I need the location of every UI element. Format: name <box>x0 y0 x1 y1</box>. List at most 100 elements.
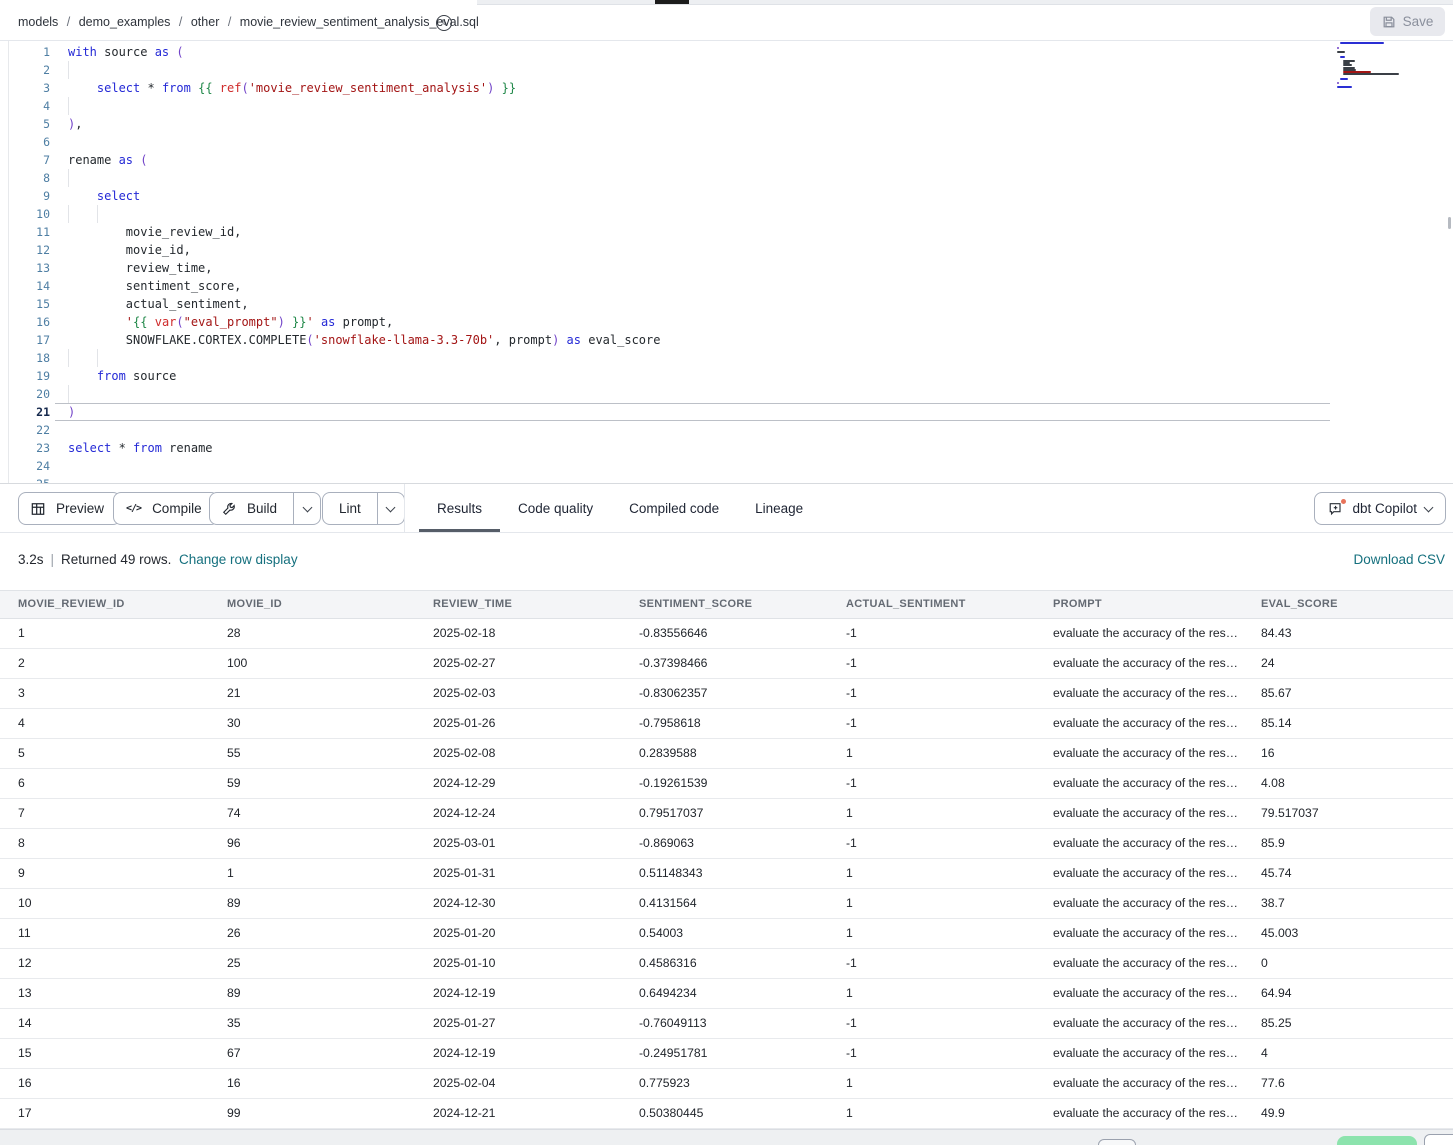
edit-circle-icon[interactable]: ✎ <box>436 15 452 31</box>
code-line[interactable] <box>55 421 1445 439</box>
save-button[interactable]: Save <box>1370 7 1445 36</box>
sql-code-editor[interactable]: 1234567891011121314151617181920212223242… <box>0 41 1453 483</box>
bottom-partial-button[interactable] <box>1098 1139 1136 1145</box>
column-header: MOVIE_ID <box>209 591 415 618</box>
table-cell: 2025-01-27 <box>415 1009 621 1038</box>
breadcrumb-segment[interactable]: models <box>18 15 58 29</box>
table-cell: evaluate the accuracy of the res… <box>1035 1069 1243 1098</box>
table-cell: 79.517037 <box>1243 799 1453 828</box>
code-token: movie_review_id, <box>68 225 241 239</box>
tab-results[interactable]: Results <box>419 484 500 532</box>
code-line[interactable]: ), <box>55 115 1445 133</box>
table-cell: 1 <box>828 919 1035 948</box>
table-row: 13892024-12-190.64942341evaluate the acc… <box>0 979 1453 1009</box>
line-number: 24 <box>8 457 50 475</box>
table-cell: 96 <box>209 829 415 858</box>
lint-button[interactable]: Lint <box>322 492 405 525</box>
code-line[interactable]: sentiment_score, <box>55 277 1445 295</box>
bottom-scroll-strip[interactable] <box>0 1129 1453 1145</box>
editor-toolbar: Preview </> Compile Build Lint <box>0 483 1453 533</box>
breadcrumb-segment[interactable]: demo_examples <box>79 15 171 29</box>
line-number: 4 <box>8 97 50 115</box>
code-line[interactable] <box>55 385 1445 403</box>
table-cell: 45.003 <box>1243 919 1453 948</box>
table-cell: evaluate the accuracy of the res… <box>1035 889 1243 918</box>
table-cell: 0.6494234 <box>621 979 828 1008</box>
table-row: 12252025-01-100.4586316-1evaluate the ac… <box>0 949 1453 979</box>
prompt-text: evaluate the accuracy of the res… <box>1053 746 1238 760</box>
code-line[interactable]: select * from rename <box>55 439 1445 457</box>
build-button[interactable]: Build <box>209 492 321 525</box>
line-number: 21 <box>8 403 50 421</box>
code-line[interactable]: movie_id, <box>55 241 1445 259</box>
table-cell: 99 <box>209 1099 415 1128</box>
table-cell: 28 <box>209 619 415 648</box>
table-cell: 9 <box>0 859 209 888</box>
breadcrumb-segment[interactable]: other <box>191 15 220 29</box>
code-line[interactable] <box>55 61 1445 79</box>
column-header: REVIEW_TIME <box>415 591 621 618</box>
code-line[interactable]: ) <box>55 403 1330 421</box>
code-line[interactable]: SNOWFLAKE.CORTEX.COMPLETE('snowflake-lla… <box>55 331 1445 349</box>
tab-lineage[interactable]: Lineage <box>737 484 821 532</box>
table-cell: -0.37398466 <box>621 649 828 678</box>
table-cell: 64.94 <box>1243 979 1453 1008</box>
minimap-line <box>1340 42 1384 44</box>
preview-button[interactable]: Preview <box>18 492 121 525</box>
code-line[interactable] <box>55 475 1445 483</box>
code-line[interactable]: select <box>55 187 1445 205</box>
code-line[interactable]: rename as ( <box>55 151 1445 169</box>
download-csv-link[interactable]: Download CSV <box>1353 552 1445 567</box>
tab-code-quality[interactable]: Code quality <box>500 484 611 532</box>
code-line[interactable]: movie_review_id, <box>55 223 1445 241</box>
code-line[interactable]: select * from {{ ref('movie_review_senti… <box>55 79 1445 97</box>
table-cell: -0.83062357 <box>621 679 828 708</box>
table-cell: 1 <box>828 739 1035 768</box>
code-line[interactable]: with source as ( <box>55 43 1445 61</box>
tab-compiled-code[interactable]: Compiled code <box>611 484 737 532</box>
table-cell: 74 <box>209 799 415 828</box>
bottom-partial-button[interactable] <box>1424 1134 1453 1145</box>
code-line[interactable] <box>55 133 1445 151</box>
build-dropdown-toggle[interactable] <box>293 493 320 524</box>
table-cell: 17 <box>0 1099 209 1128</box>
bottom-partial-green-button[interactable] <box>1337 1136 1417 1145</box>
code-content[interactable]: with source as ( select * from {{ ref('m… <box>55 43 1445 483</box>
compile-button[interactable]: </> Compile <box>113 492 219 525</box>
editor-minimap[interactable] <box>1337 41 1449 104</box>
code-line[interactable]: actual_sentiment, <box>55 295 1445 313</box>
change-row-display-link[interactable]: Change row display <box>179 552 298 567</box>
prompt-text: evaluate the accuracy of the res… <box>1053 716 1238 730</box>
table-cell: 2025-02-08 <box>415 739 621 768</box>
code-token: select <box>97 189 140 203</box>
table-cell: 2024-12-29 <box>415 769 621 798</box>
table-cell: 0.51148343 <box>621 859 828 888</box>
code-token: var <box>155 315 177 329</box>
copilot-chat-icon <box>1328 501 1344 517</box>
code-line[interactable] <box>55 349 1445 367</box>
minimap-line <box>1337 51 1345 53</box>
code-token: ( <box>176 45 183 59</box>
table-cell: evaluate the accuracy of the res… <box>1035 1009 1243 1038</box>
code-line[interactable] <box>55 457 1445 475</box>
line-number: 23 <box>8 439 50 457</box>
code-token: from <box>133 441 162 455</box>
code-line[interactable]: from source <box>55 367 1445 385</box>
table-cell: -1 <box>828 649 1035 678</box>
code-token: {{ <box>198 81 212 95</box>
code-line[interactable]: review_time, <box>55 259 1445 277</box>
table-cell: 16 <box>1243 739 1453 768</box>
table-cell: 4 <box>1243 1039 1453 1068</box>
dbt-copilot-button[interactable]: dbt Copilot <box>1314 492 1446 525</box>
code-line[interactable] <box>55 169 1445 187</box>
code-line[interactable]: '{{ var("eval_prompt") }}' as prompt, <box>55 313 1445 331</box>
breadcrumb[interactable]: models / demo_examples / other / movie_r… <box>18 5 479 40</box>
lint-dropdown-toggle[interactable] <box>377 493 404 524</box>
table-cell: evaluate the accuracy of the res… <box>1035 1099 1243 1128</box>
code-token: }} <box>502 81 516 95</box>
code-line[interactable] <box>55 205 1445 223</box>
prompt-text: evaluate the accuracy of the res… <box>1053 836 1238 850</box>
editor-scrollbar-thumb[interactable] <box>1448 217 1451 229</box>
table-cell: 1 <box>828 979 1035 1008</box>
code-line[interactable] <box>55 97 1445 115</box>
